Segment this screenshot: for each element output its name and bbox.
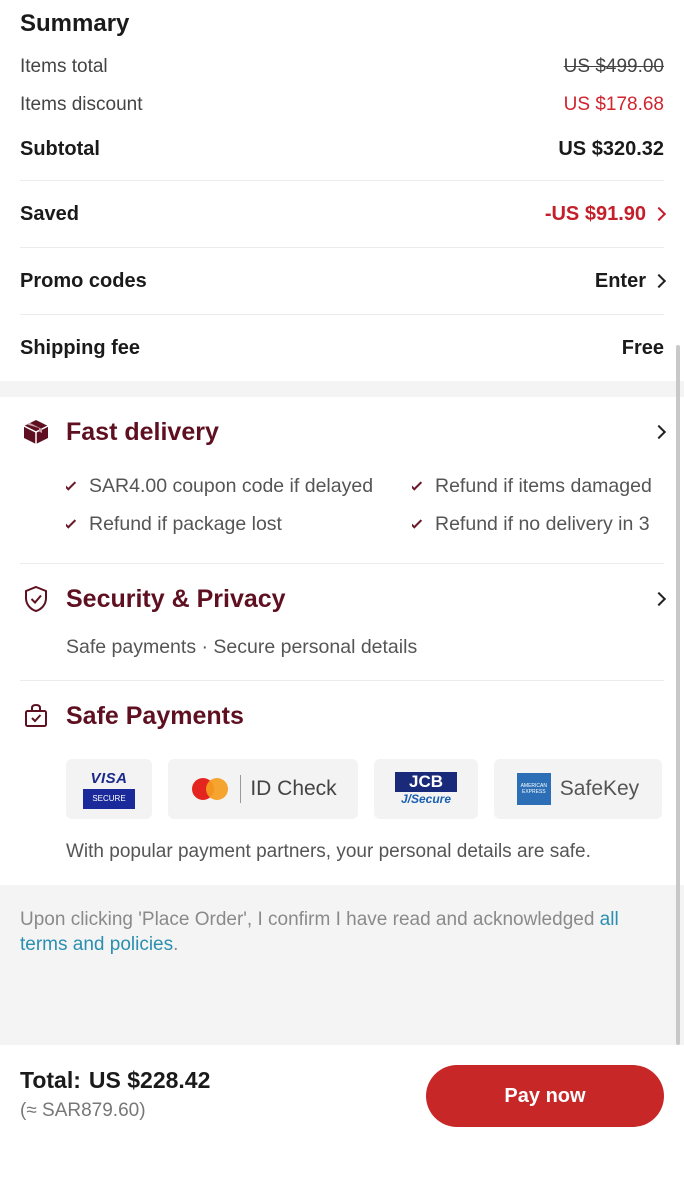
security-privacy-section: Security & Privacy Safe payments · Secur… <box>20 564 667 681</box>
visa-text: VISA <box>90 769 128 787</box>
total-line: Total: US $228.42 <box>20 1067 210 1094</box>
safe-payments-section: Safe Payments VISA SECURE ID Check JCB J… <box>20 681 664 885</box>
pay-now-button[interactable]: Pay now <box>426 1065 664 1127</box>
mastercard-icon <box>192 778 229 800</box>
safekey-text: SafeKey <box>559 777 640 800</box>
fast-delivery-title: Fast delivery <box>66 417 219 446</box>
fast-delivery-header[interactable]: Fast delivery <box>20 397 667 467</box>
idcheck-text: ID Check <box>250 777 337 800</box>
security-privacy-title: Security & Privacy <box>66 584 286 613</box>
items-total-row: Items total US $499.00 <box>20 48 664 86</box>
safe-payments-header: Safe Payments <box>20 681 664 751</box>
saved-label: Saved <box>20 202 79 225</box>
check-icon <box>412 478 423 491</box>
items-discount-label: Items discount <box>20 94 143 115</box>
saved-value-group[interactable]: -US $91.90 <box>544 202 667 226</box>
visa-secure-logo: VISA SECURE <box>66 759 152 819</box>
summary-title: Summary <box>20 10 130 37</box>
guarantee-item: Refund if package lost <box>66 505 412 543</box>
total-value: US $228.42 <box>88 1067 211 1093</box>
shipping-fee-value: Free <box>621 336 664 359</box>
amex-safekey-logo: AMERICAN EXPRESS SafeKey <box>494 759 662 819</box>
promo-codes-row[interactable]: Promo codes Enter <box>20 247 667 314</box>
guarantee-text: Refund if items damaged <box>435 474 652 497</box>
divider <box>240 775 242 803</box>
total-label: Total: <box>20 1067 81 1093</box>
payment-partner-logos: VISA SECURE ID Check JCB J/Secure AMERIC… <box>20 759 664 819</box>
total-converted: (≈ SAR879.60) <box>20 1100 146 1121</box>
scrollbar[interactable] <box>676 345 680 1045</box>
legal-period: . <box>173 934 179 955</box>
legal-notice: Upon clicking 'Place Order', I confirm I… <box>0 885 684 1069</box>
shipping-fee-label: Shipping fee <box>20 336 140 359</box>
saved-value: -US $91.90 <box>544 202 646 225</box>
promo-enter-label: Enter <box>594 269 646 292</box>
guarantee-text: SAR4.00 coupon code if delayed <box>89 474 374 497</box>
subtotal-label: Subtotal <box>20 137 100 160</box>
subtotal-value: US $320.32 <box>558 137 664 160</box>
delivery-guarantees: SAR4.00 coupon code if delayed Refund if… <box>20 467 664 563</box>
order-summary: Summary Items total US $499.00 Items dis… <box>0 0 684 381</box>
jsecure-text: J/Secure <box>400 792 452 806</box>
guarantee-item: Refund if no delivery in 3 <box>412 505 664 543</box>
chevron-right-icon <box>651 273 667 289</box>
safe-payments-title: Safe Payments <box>66 701 244 730</box>
guarantee-text: Refund if package lost <box>89 512 282 535</box>
check-icon <box>66 478 77 491</box>
trust-sections: Fast delivery SAR4.00 coupon code if del… <box>0 397 684 885</box>
section-separator <box>0 381 684 397</box>
items-total-label: Items total <box>20 56 108 77</box>
items-discount-row: Items discount US $178.68 <box>20 86 664 124</box>
legal-text: Upon clicking 'Place Order', I confirm I… <box>20 909 600 930</box>
chevron-right-icon <box>651 591 667 607</box>
security-privacy-chevron[interactable] <box>634 591 667 607</box>
subtotal-row: Subtotal US $320.32 <box>20 124 664 180</box>
promo-enter-link[interactable]: Enter <box>594 269 667 293</box>
chevron-right-icon <box>651 206 667 222</box>
amex-badge: AMERICAN EXPRESS <box>516 773 551 805</box>
security-privacy-header[interactable]: Security & Privacy <box>20 564 667 634</box>
shipping-fee-row: Shipping fee Free <box>20 314 664 381</box>
jcb-text: JCB <box>395 772 457 792</box>
package-icon <box>20 416 52 448</box>
mastercard-idcheck-logo: ID Check <box>168 759 358 819</box>
checkout-footer: Total: US $228.42 (≈ SAR879.60) Pay now <box>0 1045 684 1200</box>
promo-codes-label: Promo codes <box>20 269 147 292</box>
payment-partners-note: With popular payment partners, your pers… <box>66 841 591 862</box>
items-discount-value: US $178.68 <box>563 94 664 115</box>
saved-row[interactable]: Saved -US $91.90 <box>20 180 667 247</box>
items-total-value: US $499.00 <box>563 56 664 77</box>
chevron-right-icon <box>651 424 667 440</box>
guarantee-item: SAR4.00 coupon code if delayed <box>66 467 412 505</box>
guarantee-text: Refund if no delivery in 3 <box>435 512 650 535</box>
total-block: Total: US $228.42 (≈ SAR879.60) <box>20 1065 210 1122</box>
shield-check-icon <box>20 583 52 615</box>
check-icon <box>412 516 423 529</box>
guarantee-item: Refund if items damaged <box>412 467 664 505</box>
bag-check-icon <box>20 700 52 732</box>
check-icon <box>66 516 77 529</box>
fast-delivery-chevron[interactable] <box>634 424 667 440</box>
jcb-secure-logo: JCB J/Secure <box>374 759 478 819</box>
security-description: Safe payments · Secure personal details <box>66 636 418 658</box>
fast-delivery-section: Fast delivery SAR4.00 coupon code if del… <box>20 397 667 564</box>
visa-secure-text: SECURE <box>83 788 135 809</box>
